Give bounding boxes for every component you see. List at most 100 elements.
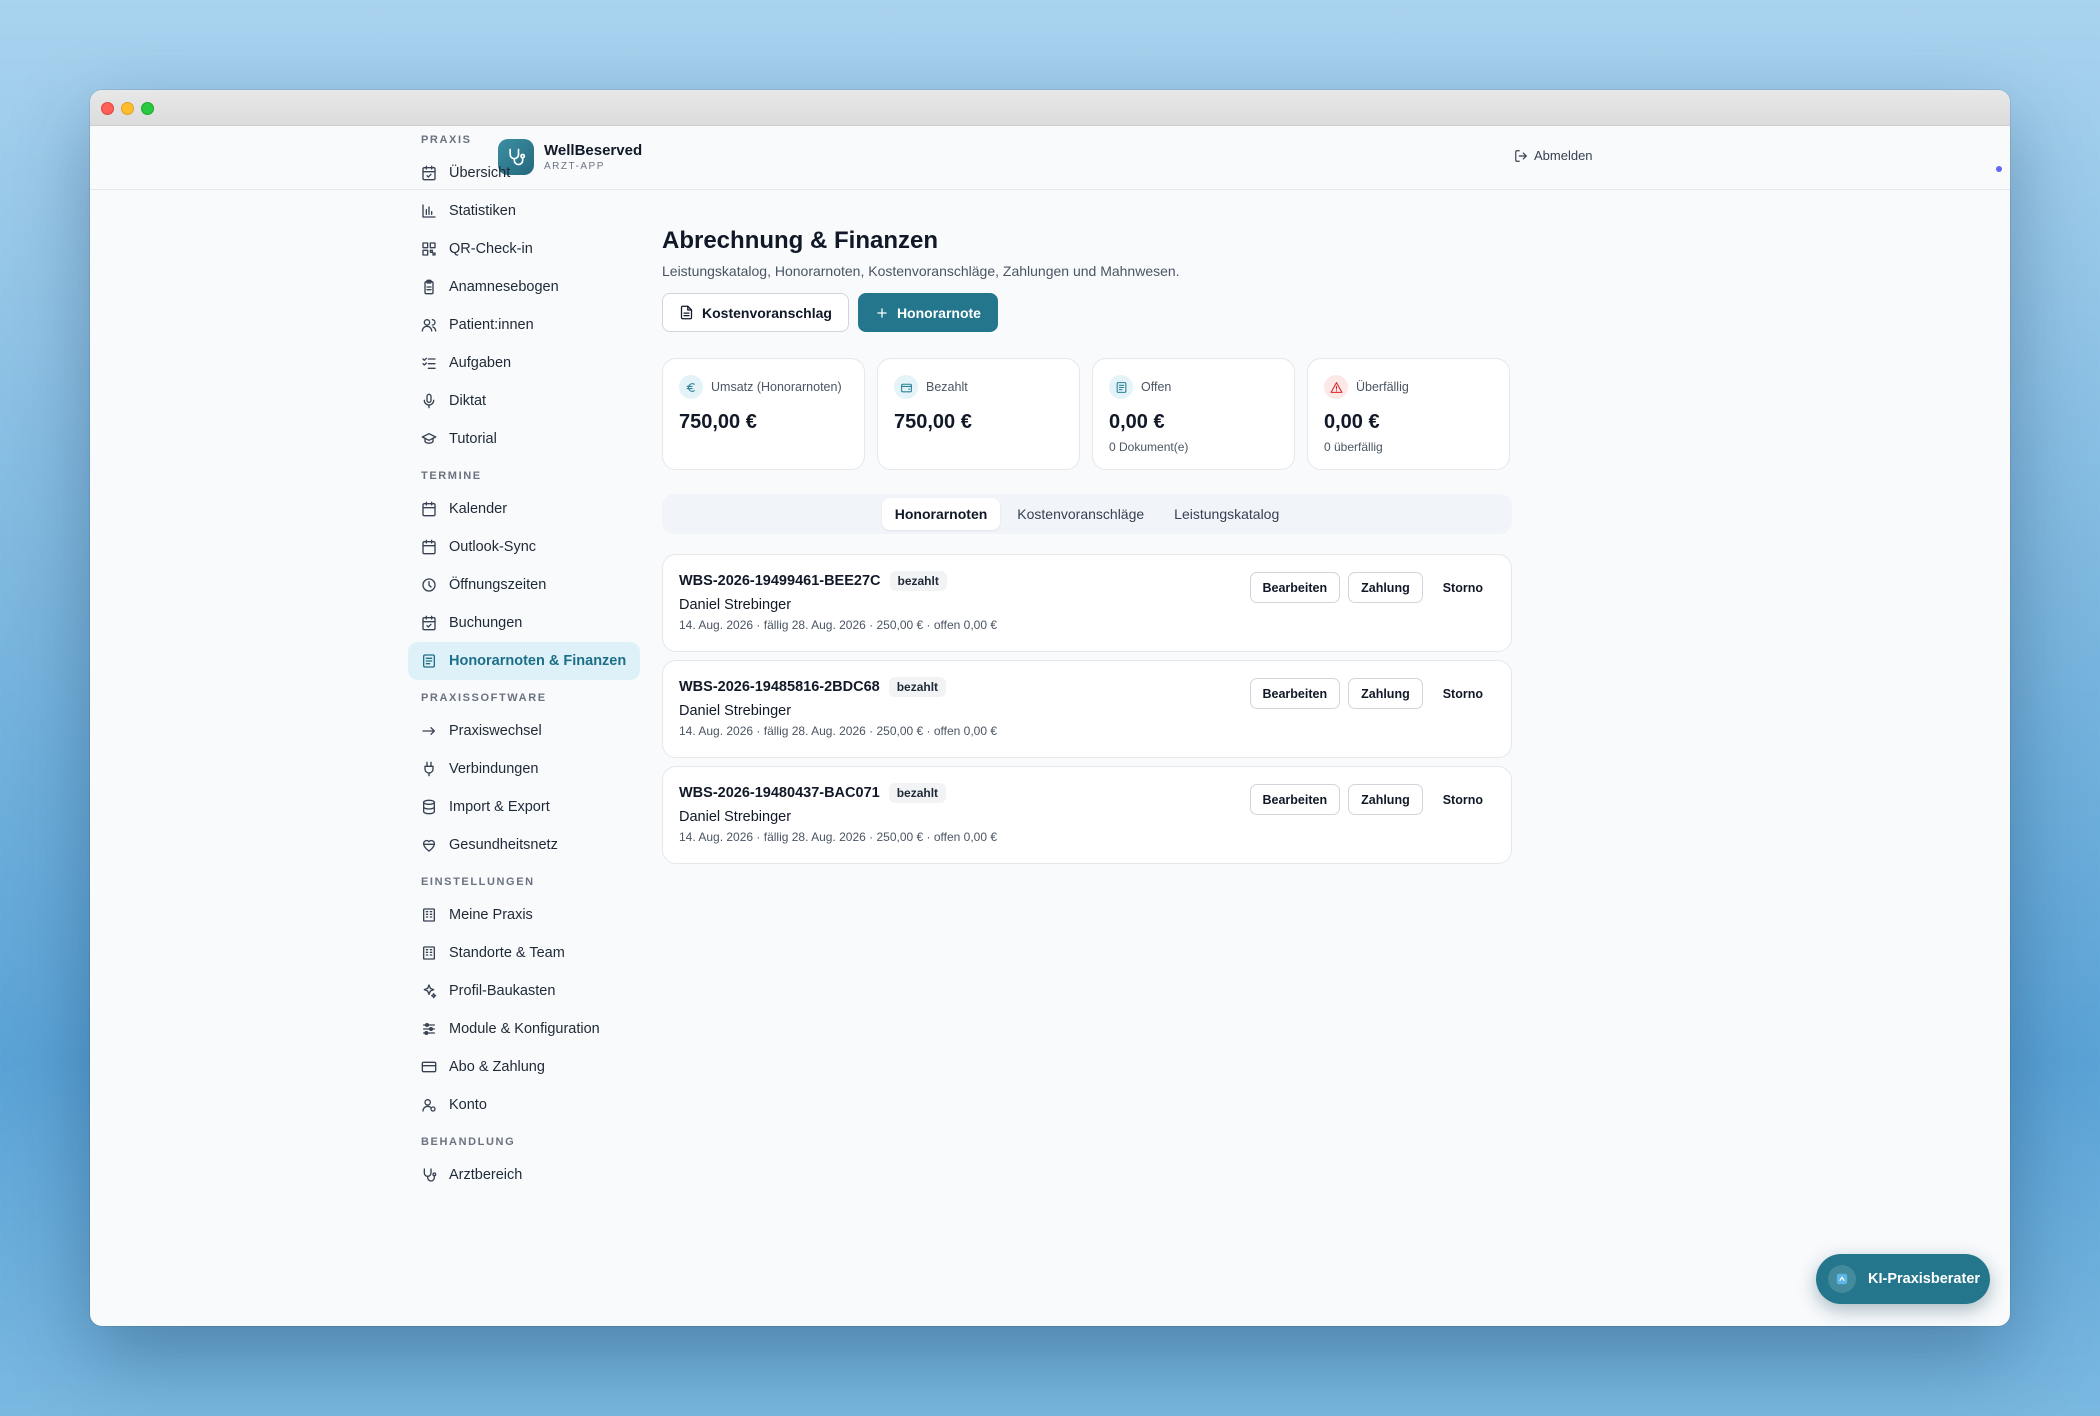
stat-label: Überfällig [1356, 380, 1409, 394]
sidebar-item-label: Meine Praxis [449, 907, 533, 923]
sidebar-item-meine-praxis[interactable]: Meine Praxis [408, 896, 640, 934]
edit-invoice-button[interactable]: Bearbeiten [1249, 572, 1341, 603]
sidebar-item-qr-check-in[interactable]: QR-Check-in [408, 230, 640, 268]
stat-value: 0,00 € [1324, 411, 1380, 433]
sidebar-item-label: QR-Check-in [449, 241, 533, 257]
sidebar-item-statistiken[interactable]: Statistiken [408, 192, 640, 230]
sidebar-item-outlook-sync[interactable]: Outlook-Sync [408, 528, 640, 566]
sidebar-item-label: Honorarnoten & Finanzen [449, 653, 627, 669]
ai-advisor-button[interactable]: KI-Praxisberater [1816, 1254, 1990, 1304]
minimize-window-button[interactable] [121, 102, 134, 115]
sidebar-item-anamnesebogen[interactable]: Anamnesebogen [408, 268, 640, 306]
sliders-icon [421, 1021, 437, 1037]
warning-icon [1324, 375, 1348, 399]
invoice-row[interactable]: WBS-2026-19480437-BAC071 bezahlt Daniel St… [662, 766, 1512, 864]
cancel-invoice-button[interactable]: Storno [1431, 784, 1495, 815]
sidebar-item-label: Arztbereich [449, 1167, 523, 1183]
sidebar-item-diktat[interactable]: Diktat [408, 382, 640, 420]
sidebar-item-label: Diktat [449, 393, 487, 409]
sidebar-item-module-konfiguration[interactable]: Module & Konfiguration [408, 1010, 640, 1048]
sidebar-item-kalender[interactable]: Kalender [408, 490, 640, 528]
stat-header: Bezahlt [894, 375, 1063, 399]
sidebar-item-praxiswechsel[interactable]: Praxiswechsel [408, 712, 640, 750]
invoice-row[interactable]: WBS-2026-19499461-BEE27C bezahlt Daniel St… [662, 554, 1512, 652]
payment-button[interactable]: Zahlung [1348, 678, 1423, 709]
maximize-window-button[interactable] [141, 102, 154, 115]
sidebar-item-ubersicht[interactable]: Übersicht [408, 154, 640, 192]
microphone-icon [421, 393, 437, 409]
stats-cards: Umsatz (Honorarnoten) 750,00 € Bezahlt 750,… [662, 358, 1512, 470]
sidebar-item-label: Konto [449, 1097, 487, 1113]
sidebar-item-arztbereich[interactable]: Arztbereich [408, 1156, 640, 1194]
euro-icon [679, 375, 703, 399]
sidebar-item-standorte-team[interactable]: Standorte & Team [408, 934, 640, 972]
sparkles-icon [421, 983, 437, 999]
invoice-meta: 14. Aug. 2026 · fällig 28. Aug. 2026 · 2… [679, 724, 998, 738]
stat-card-uberfallig: Überfällig 0,00 € 0 überfällig [1307, 358, 1510, 470]
checklist-icon [421, 355, 437, 371]
sidebar-item-label: Standorte & Team [449, 945, 565, 961]
sidebar-item-profil-baukasten[interactable]: Profil-Baukasten [408, 972, 640, 1010]
payment-button[interactable]: Zahlung [1348, 784, 1423, 815]
new-quote-button[interactable]: Kostenvoranschlag [662, 293, 849, 332]
plug-icon [421, 761, 437, 777]
logout-button[interactable]: Abmelden [1514, 148, 1593, 163]
close-window-button[interactable] [101, 102, 114, 115]
main-content: Abrechnung & Finanzen Leistungskatalog, … [662, 130, 1512, 864]
new-invoice-label: Honorarnote [896, 304, 981, 321]
receipt-icon [421, 653, 437, 669]
edit-invoice-button[interactable]: Bearbeiten [1249, 678, 1341, 709]
sidebar-item-label: Aufgaben [449, 355, 512, 371]
stat-value: 0,00 € [1109, 411, 1165, 433]
sidebar-item-label: Kalender [449, 501, 508, 517]
tab-honorarnoten[interactable]: Honorarnoten [881, 498, 1001, 530]
sidebar-item-offnungszeiten[interactable]: Öffnungszeiten [408, 566, 640, 604]
sidebar-item-label: Übersicht [449, 165, 511, 181]
sidebar-item-abo-zahlung[interactable]: Abo & Zahlung [408, 1048, 640, 1086]
invoice-row[interactable]: WBS-2026-19485816-2BDC68 bezahlt Daniel St… [662, 660, 1512, 758]
clipboard-icon [421, 279, 437, 295]
new-invoice-button[interactable]: Honorarnote [857, 293, 998, 332]
invoice-number: WBS-2026-19480437-BAC071 [679, 785, 880, 801]
page-title: Abrechnung & Finanzen [662, 227, 938, 254]
edit-invoice-button[interactable]: Bearbeiten [1249, 784, 1341, 815]
stat-card-bezahlt: Bezahlt 750,00 € [877, 358, 1080, 470]
logout-label: Abmelden [1534, 148, 1593, 163]
sidebar-item-import-export[interactable]: Import & Export [408, 788, 640, 826]
stat-note: 0 überfällig [1324, 440, 1383, 454]
sidebar-item-label: Anamnesebogen [449, 279, 559, 295]
cancel-invoice-button[interactable]: Storno [1431, 678, 1495, 709]
building-icon [421, 945, 437, 961]
sidebar-item-verbindungen[interactable]: Verbindungen [408, 750, 640, 788]
tab-kostenvoranschlage[interactable]: Kostenvoranschläge [1004, 498, 1157, 530]
sidebar-item-label: Module & Konfiguration [449, 1021, 600, 1037]
stat-label: Umsatz (Honorarnoten) [711, 380, 842, 394]
calendar-icon [421, 501, 437, 517]
sidebar-item-label: Tutorial [449, 431, 497, 447]
action-buttons: Kostenvoranschlag Honorarnote [662, 293, 1512, 332]
sidebar-item-label: Buchungen [449, 615, 523, 631]
sidebar: PRAXIS Übersicht Statistiken QR-Check-in Ana… [408, 130, 640, 1194]
sidebar-item-gesundheitsnetz[interactable]: Gesundheitsnetz [408, 826, 640, 864]
stat-value: 750,00 € [894, 411, 972, 433]
payment-button[interactable]: Zahlung [1348, 572, 1423, 603]
sidebar-item-konto[interactable]: Konto [408, 1086, 640, 1124]
graduation-cap-icon [421, 431, 437, 447]
sidebar-item-honorarnoten-finanzen[interactable]: Honorarnoten & Finanzen [408, 642, 640, 680]
cancel-invoice-button[interactable]: Storno [1431, 572, 1495, 603]
window-titlebar [90, 90, 2010, 126]
stat-label: Offen [1141, 380, 1172, 394]
invoice-number: WBS-2026-19485816-2BDC68 [679, 679, 880, 695]
tab-leistungskatalog[interactable]: Leistungskatalog [1161, 498, 1292, 530]
invoice-meta: 14. Aug. 2026 · fällig 28. Aug. 2026 · 2… [679, 830, 998, 844]
sidebar-item-tutorial[interactable]: Tutorial [408, 420, 640, 458]
sidebar-section-termine: TERMINE [421, 470, 482, 482]
sidebar-item-buchungen[interactable]: Buchungen [408, 604, 640, 642]
qr-code-icon [421, 241, 437, 257]
sidebar-item-patient-innen[interactable]: Patient:innen [408, 306, 640, 344]
calendar-icon [421, 539, 437, 555]
sidebar-section-praxis: PRAXIS [421, 134, 472, 146]
sidebar-item-aufgaben[interactable]: Aufgaben [408, 344, 640, 382]
calendar-check-icon [421, 615, 437, 631]
stat-label: Bezahlt [926, 380, 968, 394]
